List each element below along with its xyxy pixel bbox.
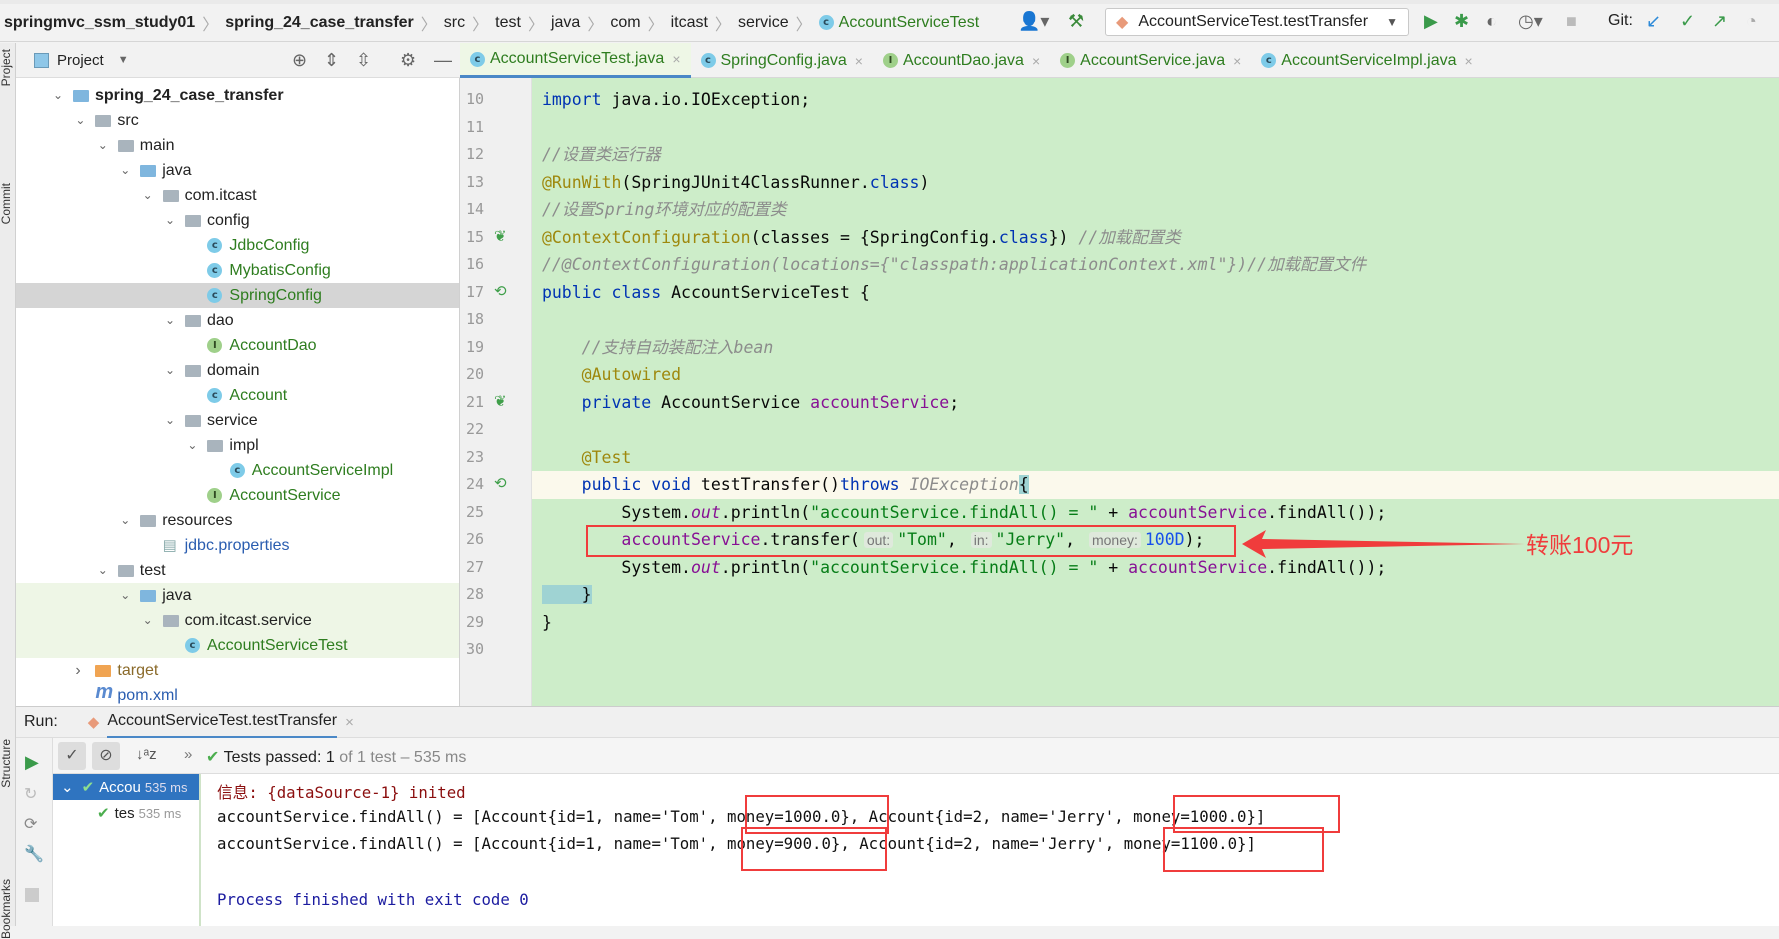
test-status: ✔ Tests passed: 1 of 1 test – 535 ms (206, 747, 466, 767)
more-icon[interactable]: » (184, 746, 192, 763)
test-tree-item[interactable]: ✔ tes 535 ms (53, 800, 199, 826)
check-icon: ✔ (81, 779, 95, 796)
test-tree-root[interactable]: ⌄ ✔ Accou 535 ms (53, 774, 199, 800)
chevron-down-icon: ⌄ (61, 779, 74, 796)
rerun-failed-icon[interactable]: ↻ (24, 784, 37, 804)
status-rest: of 1 test – 535 ms (339, 749, 467, 766)
status-prefix: Tests passed: (223, 749, 322, 766)
status-count: 1 (325, 749, 335, 766)
run-tab[interactable]: AccountServiceTest.testTransfer (107, 706, 338, 739)
check-icon: ✔ (206, 749, 220, 766)
arrow-to-transfer (1242, 530, 1525, 558)
test-config-icon: ◆ (87, 714, 100, 731)
highlight-box-jerry-after (1163, 827, 1324, 872)
highlight-box-tom-after (741, 827, 887, 871)
wrench-icon[interactable]: 🔧 (24, 844, 44, 864)
toggle-autotest-icon[interactable]: ⟳ (24, 814, 37, 834)
console-line: accountService.findAll() = [Account{id=1… (217, 834, 1256, 853)
test-name: tes (114, 804, 135, 822)
console-line: Process finished with exit code 0 (217, 890, 529, 909)
rerun-icon[interactable]: ▶ (25, 752, 39, 773)
console-line: 信息: {dataSource-1} inited (217, 783, 466, 802)
run-side-toolbar: ▶ ↻ ⟳ 🔧 (16, 738, 53, 926)
close-icon[interactable]: × (345, 714, 354, 731)
run-tabs: Run: ◆ AccountServiceTest.testTransfer × (16, 706, 1779, 739)
sort-icon[interactable]: ↓ᵃz (136, 746, 157, 763)
test-time: 535 ms (144, 779, 188, 795)
run-label: Run: (24, 713, 58, 730)
console-line: accountService.findAll() = [Account{id=1… (217, 807, 1266, 826)
stop-icon[interactable] (25, 888, 39, 902)
test-name: Accou (99, 778, 141, 796)
check-icon: ✔ (97, 805, 110, 822)
test-time: 535 ms (138, 805, 182, 821)
test-tree: ⌄ ✔ Accou 535 ms ✔ tes 535 ms (53, 774, 201, 926)
console-output[interactable]: 信息: {dataSource-1} inited accountService.… (201, 774, 1779, 926)
run-toolbar: ✓ ⊘ ↓ᵃz » ✔ Tests passed: 1 of 1 test – … (16, 738, 1779, 774)
show-passed-icon[interactable]: ✓ (58, 742, 86, 770)
annotation-label: 转账100元 (1526, 532, 1634, 558)
show-ignored-icon[interactable]: ⊘ (92, 742, 120, 770)
